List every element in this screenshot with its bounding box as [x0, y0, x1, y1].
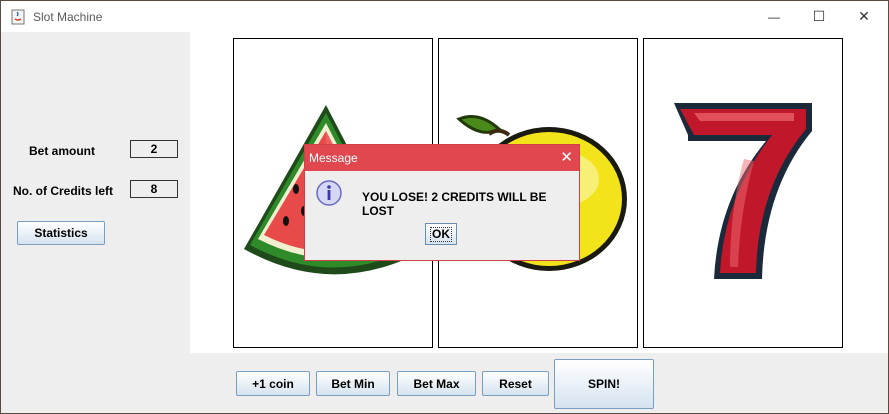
bet-min-button[interactable]: Bet Min	[316, 371, 390, 396]
maximize-button[interactable]: ☐	[796, 1, 842, 32]
ok-label: OK	[430, 226, 452, 242]
reset-button[interactable]: Reset	[482, 371, 549, 396]
reel-3	[643, 38, 843, 348]
ok-button[interactable]: OK	[425, 223, 457, 245]
bet-amount-value: 2	[130, 140, 178, 158]
add-coin-button[interactable]: +1 coin	[236, 371, 310, 396]
close-button[interactable]: ✕	[841, 1, 887, 32]
spin-button[interactable]: SPIN!	[554, 359, 654, 409]
slot-machine-window: Slot Machine — ☐ ✕ Bet amount 2 No. of C…	[0, 0, 889, 414]
credits-left-value: 8	[130, 180, 178, 198]
java-app-icon	[11, 9, 25, 25]
bet-max-button[interactable]: Bet Max	[397, 371, 476, 396]
credits-left-label: No. of Credits left	[13, 184, 114, 198]
left-panel: Bet amount 2 No. of Credits left 8 Stati…	[2, 32, 190, 413]
dialog-title-bar: Message ✕	[305, 145, 579, 171]
dialog-message: YOU LOSE! 2 CREDITS WILL BE LOST	[362, 190, 547, 218]
minimize-icon: —	[768, 9, 780, 24]
title-bar: Slot Machine — ☐ ✕	[1, 1, 888, 32]
window-title: Slot Machine	[33, 10, 103, 24]
info-icon	[316, 180, 342, 206]
bet-amount-label: Bet amount	[29, 144, 95, 158]
seven-icon	[674, 103, 812, 279]
message-dialog: Message ✕ YOU LOSE! 2 CREDITS WILL BE LO…	[304, 144, 580, 261]
minimize-button[interactable]: —	[751, 1, 797, 32]
statistics-button[interactable]: Statistics	[17, 221, 105, 245]
dialog-close-icon[interactable]: ✕	[560, 148, 573, 166]
close-icon: ✕	[858, 8, 870, 24]
maximize-icon: ☐	[812, 8, 826, 24]
control-bar: +1 coin Bet Min Bet Max Reset SPIN!	[190, 353, 888, 413]
dialog-title: Message	[309, 151, 358, 165]
